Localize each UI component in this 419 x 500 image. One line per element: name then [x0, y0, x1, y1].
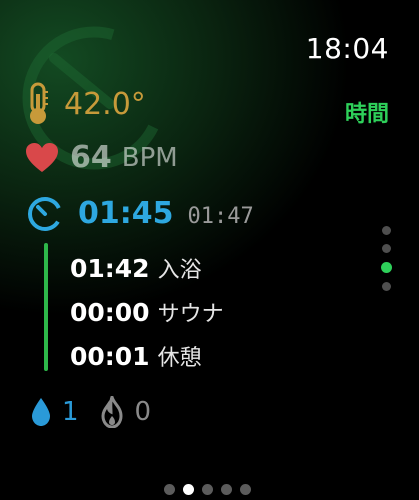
timer-elapsed: 01:45: [78, 195, 174, 231]
phase-row-sauna: 00:00 サウナ: [70, 296, 224, 328]
phase-time: 01:42: [70, 253, 150, 283]
page-dot: [382, 226, 391, 235]
temperature-value: 42.0°: [64, 86, 146, 122]
page-dot-active: [381, 262, 392, 273]
thermometer-icon: [30, 82, 48, 124]
heart-rate-value: 64: [70, 140, 112, 175]
page-dot: [382, 282, 391, 291]
heart-icon: [26, 142, 58, 172]
page-dot: [382, 244, 391, 253]
page-dot: [164, 484, 175, 495]
phase-time: 00:01: [70, 341, 150, 371]
horizontal-page-indicator[interactable]: [164, 484, 251, 495]
page-dot-active: [183, 484, 194, 495]
phase-row-bath: 01:42 入浴: [70, 252, 202, 284]
status-time: 18:04: [305, 32, 389, 65]
heart-rate-unit: BPM: [121, 142, 178, 173]
page-dot: [240, 484, 251, 495]
heart-rate-row: 64 BPM: [24, 140, 178, 175]
phase-time: 00:00: [70, 297, 150, 327]
phase-name: 休憩: [157, 346, 202, 371]
timer-icon: [28, 197, 62, 231]
counts-row: 1 0: [30, 396, 171, 428]
phase-row-rest: 00:01 休憩: [70, 340, 202, 372]
vertical-page-indicator[interactable]: [381, 226, 392, 291]
phase-name: サウナ: [157, 302, 224, 327]
timer-row: 01:45 01:47: [26, 194, 254, 232]
mode-label[interactable]: 時間: [345, 96, 389, 128]
timer-total: 01:47: [187, 203, 254, 229]
water-count: 1: [62, 397, 79, 427]
phase-line: [44, 243, 48, 371]
page-dot: [202, 484, 213, 495]
fire-count: 0: [134, 397, 152, 427]
flame-icon: [101, 396, 123, 428]
temperature-row: 42.0°: [24, 82, 146, 126]
page-dot: [221, 484, 232, 495]
water-drop-icon: [32, 398, 50, 426]
phase-name: 入浴: [157, 258, 202, 283]
